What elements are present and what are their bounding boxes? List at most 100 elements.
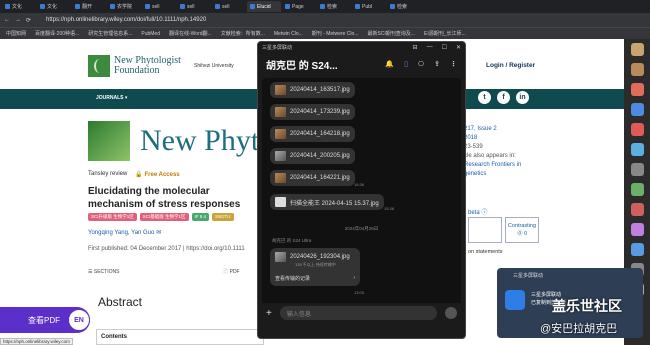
message-list[interactable]: 20240414_163517.jpg 20240414_173239.jpg 20…: [262, 78, 461, 303]
more-icon[interactable]: ⋮: [450, 60, 457, 68]
tab-favicon-icon: [320, 4, 325, 9]
bookmark-item[interactable]: 百度翻译-200种语...: [35, 30, 79, 37]
tab-label: Elucid: [257, 3, 271, 10]
extension-icon[interactable]: [630, 123, 644, 136]
extension-icon[interactable]: [630, 243, 644, 256]
browser-tab[interactable]: 农学院: [107, 1, 141, 12]
close-icon[interactable]: ✕: [456, 44, 461, 51]
pin-icon[interactable]: ⊟: [413, 44, 418, 51]
authors[interactable]: Yongqing Yang, Yan Guo ✉: [88, 229, 161, 236]
bookmark-item[interactable]: EI源期刊_长江师...: [424, 30, 466, 37]
phone-icon[interactable]: ▯: [404, 60, 408, 68]
notification-icon[interactable]: 🔔: [385, 60, 394, 68]
article-meta: Tansley review 🔓 Free Access: [88, 171, 180, 178]
foundation-logo[interactable]: New Phytologist Foundation: [88, 55, 181, 77]
bookmark-item[interactable]: 文献检索：所有数...: [221, 30, 265, 37]
login-link[interactable]: Login / Register: [486, 62, 535, 69]
bookmark-item[interactable]: 中国知网: [6, 30, 26, 37]
tab-label: Publ: [362, 3, 373, 10]
transfer-card[interactable]: 20240426_192304.jpg 135 千以上 持续传输中查看传输的记录 ›: [270, 248, 360, 286]
tab-favicon-icon: [390, 4, 395, 9]
pdf-link[interactable]: 📄 PDF: [222, 269, 240, 275]
sections-button[interactable]: ☰ SECTIONS: [88, 269, 119, 275]
file-message[interactable]: 20240414_164218.jpg: [270, 126, 355, 142]
file-message[interactable]: 20240414_173239.jpg: [270, 104, 355, 120]
bookmark-item[interactable]: Metwin Clo...: [274, 31, 303, 37]
extension-icon[interactable]: [630, 163, 644, 176]
extension-icon[interactable]: [630, 203, 644, 216]
bookmark-item[interactable]: 最新SCI期刊查询及...: [367, 30, 415, 37]
transfer-status: 135 千以上 持续传输中: [295, 262, 336, 267]
view-transfer-link[interactable]: 查看传输的记录 ›: [275, 275, 355, 282]
url-field[interactable]: https://nph.onlinelibrary.wiley.com/doi/…: [46, 17, 206, 23]
forward-icon[interactable]: →: [15, 17, 21, 23]
extension-icon[interactable]: [630, 43, 644, 56]
tab-favicon-icon: [355, 4, 360, 9]
tab-label: 文化: [47, 4, 58, 10]
appears-in-link[interactable]: Research Frontiers in: [464, 161, 521, 170]
journals-menu[interactable]: JOURNALS ▾: [96, 95, 127, 101]
file-message[interactable]: 20240414_200205.jpg: [270, 148, 355, 164]
bookmark-item[interactable]: 研究生管理信息系...: [88, 30, 132, 37]
linkedin-icon[interactable]: in: [516, 91, 529, 104]
journal-tag: SCI升级版 生物学1区: [88, 213, 137, 221]
file-message[interactable]: 20240414_163517.jpg: [270, 82, 355, 98]
browser-tab[interactable]: 文化: [2, 1, 36, 12]
file-name: 20240426_192304.jpg: [290, 254, 350, 260]
tab-favicon-icon: [75, 4, 80, 9]
pages: 23-539: [464, 144, 483, 150]
facebook-icon[interactable]: f: [497, 91, 510, 104]
appears-in-label: cle also appears in:: [464, 153, 516, 159]
issue-number[interactable]: 217, Issue 2: [464, 125, 521, 134]
tab-favicon-icon: [40, 4, 45, 9]
browser-tab[interactable]: Elucid: [247, 1, 281, 12]
extension-icon[interactable]: [630, 83, 644, 96]
chat-input-bar: + 输入信息: [258, 302, 465, 324]
journal-banner[interactable]: New Phyto: [88, 121, 274, 161]
file-name: 20240414_200205.jpg: [290, 153, 350, 159]
extension-icon[interactable]: [630, 143, 644, 156]
bookmark-item[interactable]: PubMed: [141, 31, 160, 37]
extension-icon[interactable]: [630, 63, 644, 76]
browser-tab[interactable]: Publ: [352, 1, 386, 12]
file-name: 扫描全能王 2024-04-15 15.37.jpg: [290, 200, 379, 207]
reload-icon[interactable]: ⟳: [26, 17, 31, 24]
browser-tab[interactable]: sell: [212, 1, 246, 12]
back-icon[interactable]: ←: [4, 17, 10, 23]
watermark-author: @安巴拉胡克巴: [540, 323, 618, 335]
chat-titlebar: 三星多屏联动 ⊟ — ☐ ✕: [258, 42, 465, 52]
issue-info: 217, Issue 2 2018 23-539 cle also appear…: [464, 125, 521, 179]
minimize-icon[interactable]: —: [427, 44, 433, 51]
bookmark-item[interactable]: 期刊 - Metwere Clo...: [312, 30, 359, 37]
journal-tag: IF 9.4: [191, 213, 210, 221]
share-icon[interactable]: ⇪: [434, 60, 440, 68]
contents-box[interactable]: Contents: [96, 329, 264, 345]
contrasting-box[interactable]: Contrasting ⓪ 0: [505, 217, 539, 243]
metric-box[interactable]: [468, 217, 502, 243]
extension-icon[interactable]: [630, 223, 644, 236]
article-title: Elucidating the molecular mechanism of s…: [88, 186, 241, 210]
browser-tab[interactable]: sell: [177, 1, 211, 12]
extension-icon[interactable]: [630, 103, 644, 116]
gallery-icon[interactable]: ⎔: [418, 60, 424, 68]
browser-tab[interactable]: 检索: [317, 1, 351, 12]
browser-tab[interactable]: 文化: [37, 1, 71, 12]
browser-tab[interactable]: 检索: [387, 1, 421, 12]
file-message[interactable]: 20240414_164221.jpg: [270, 170, 355, 186]
maximize-icon[interactable]: ☐: [442, 44, 447, 51]
browser-tab[interactable]: 翻开: [72, 1, 106, 12]
bookmark-item[interactable]: 翻译在线-Word翻...: [169, 30, 212, 37]
file-message[interactable]: 扫描全能王 2024-04-15 15.37.jpg: [270, 194, 384, 210]
browser-tab[interactable]: Page: [282, 1, 316, 12]
plus-icon[interactable]: +: [266, 308, 272, 319]
issue-year: 2018: [464, 135, 478, 141]
message-input[interactable]: 输入信息: [279, 306, 437, 320]
tab-favicon-icon: [5, 4, 10, 9]
browser-tab[interactable]: sell: [142, 1, 176, 12]
language-toggle[interactable]: EN: [68, 309, 90, 331]
appears-in-link-2[interactable]: genetics: [464, 170, 521, 179]
twitter-icon[interactable]: t: [478, 91, 491, 104]
send-button[interactable]: [445, 307, 457, 319]
extension-icon[interactable]: [630, 183, 644, 196]
image-thumbnail-icon: [275, 107, 286, 117]
